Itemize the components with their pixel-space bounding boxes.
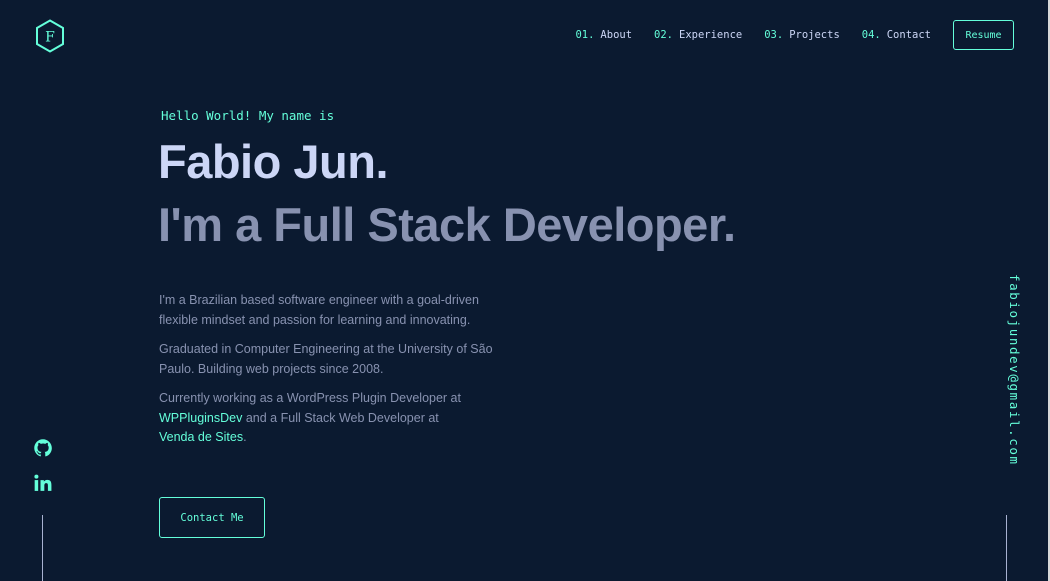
wppluginsdev-link[interactable]: WPPluginsDev [159,411,242,425]
bio-paragraph-1: I'm a Brazilian based software engineer … [159,293,479,327]
nav-link-about[interactable]: 01. About [575,29,632,41]
nav-label: About [600,29,633,41]
nav-link-projects[interactable]: 03. Projects [764,29,840,41]
nav-label: Contact [886,29,931,41]
logo-letter: F [45,30,55,46]
right-vertical-line [1006,515,1007,581]
nav-link-contact[interactable]: 04. Contact [862,29,931,41]
nav-number: 02. [654,29,673,41]
hero-bio: I'm a Brazilian based software engineer … [159,291,519,458]
bio-text: Currently working as a WordPress Plugin … [159,391,461,405]
bio-text: . [243,430,247,444]
nav-label: Projects [789,29,840,41]
github-link[interactable] [33,438,53,458]
bio-paragraph-2: Graduated in Computer Engineering at the… [159,342,493,376]
bio-paragraph-3: Currently working as a WordPress Plugin … [159,389,519,448]
linkedin-icon [34,474,52,491]
logo-button[interactable]: F [35,19,65,53]
venda-de-sites-link[interactable]: Venda de Sites [159,430,243,444]
github-icon [34,439,52,457]
nav-number: 03. [764,29,784,41]
top-nav: 01. About 02. Experience 03. Projects 04… [575,20,1014,50]
resume-button[interactable]: Resume [953,20,1014,50]
bio-text: and a Full Stack Web Developer at [242,410,439,425]
nav-link-experience[interactable]: 02. Experience [654,29,742,41]
linkedin-link[interactable] [33,473,53,493]
contact-me-button[interactable]: Contact Me [159,497,265,538]
hexagon-logo-icon: F [36,19,64,53]
hero-name: Fabio Jun. [158,135,389,188]
nav-number: 04. [861,29,881,41]
nav-number: 01. [575,29,595,41]
nav-label: Experience [679,29,743,41]
email-link[interactable]: fabiojundev@gmail.com [1007,274,1022,466]
hero-greeting: Hello World! My name is [161,108,335,123]
left-vertical-line [42,515,43,581]
hero-role: I'm a Full Stack Developer. [158,198,736,251]
